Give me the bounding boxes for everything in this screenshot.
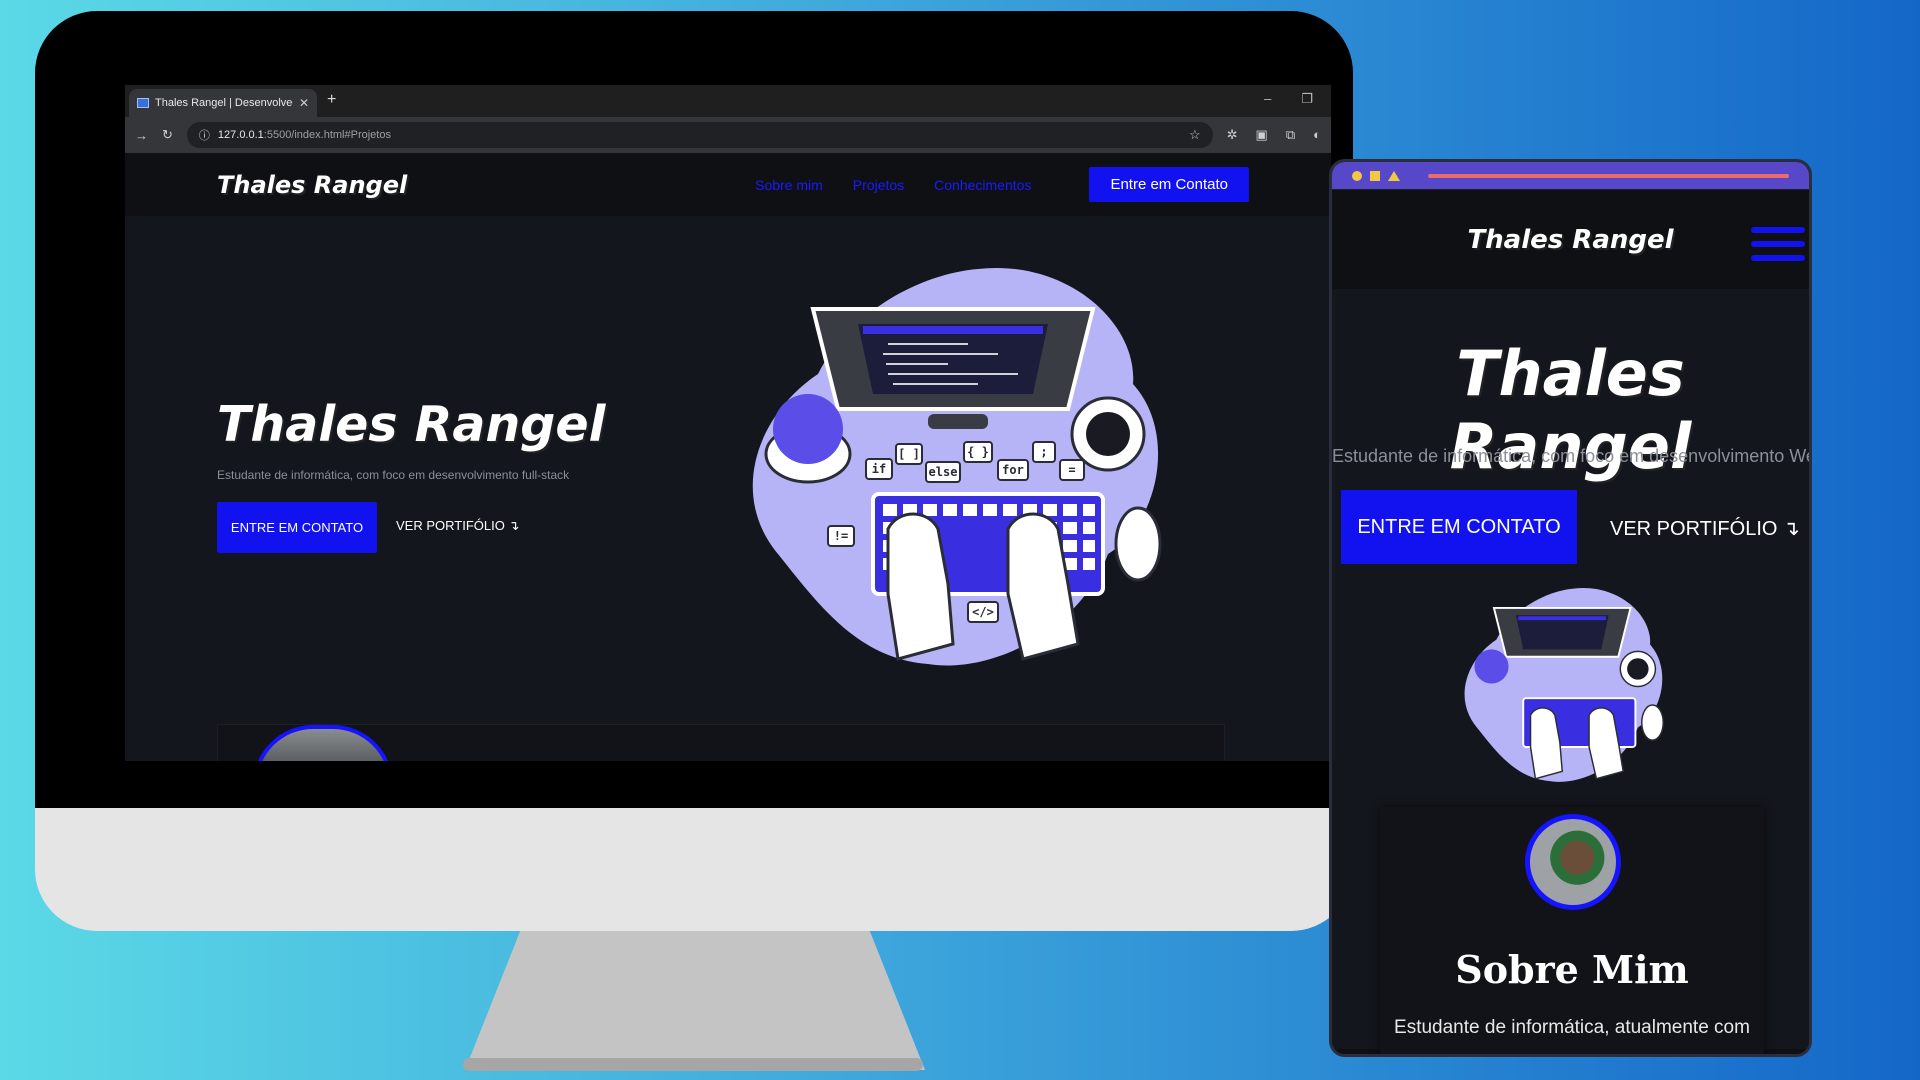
about-section-peek: [217, 724, 1225, 761]
url-path: :5500/index.html#Projetos: [263, 129, 391, 141]
monitor-favicon-icon: [137, 98, 149, 108]
address-toolbar: → ↻ ⓘ 127.0.0.1:5500/index.html#Projetos…: [125, 117, 1331, 153]
mobile-logo[interactable]: Thales Rangel: [1467, 225, 1673, 255]
code-bubble: for: [1002, 463, 1024, 477]
profile-avatar-icon[interactable]: ◐: [1313, 127, 1321, 143]
hero-section: Thales Rangel Estudante de informática, …: [125, 216, 1331, 761]
code-bubble: [ ]: [898, 447, 920, 461]
bookmark-star-icon[interactable]: ☆: [1189, 127, 1201, 143]
portfolio-button[interactable]: VER PORTIFÓLIO ↴: [396, 518, 519, 534]
site-info-icon[interactable]: ⓘ: [199, 127, 210, 143]
window-controls: – ❐: [1264, 91, 1313, 107]
mobile-navbar: Thales Rangel: [1332, 189, 1809, 289]
mobile-portfolio-button[interactable]: VER PORTIFÓLIO ↴: [1610, 516, 1800, 541]
hero-subtitle: Estudante de informática, com foco em de…: [217, 468, 570, 482]
avatar: [1525, 814, 1621, 910]
reload-icon[interactable]: ↻: [162, 127, 173, 143]
nav-links: Sobre mim Projetos Conhecimentos: [755, 177, 1031, 193]
tab-bar: Thales Rangel | Desenvolvedor ✕ + – ❐: [125, 85, 1331, 117]
mobile-hero-section: Thales Rangel Estudante de informática, …: [1332, 289, 1812, 1054]
about-title: Sobre Mim: [1455, 947, 1689, 992]
browser-tab[interactable]: Thales Rangel | Desenvolvedor ✕: [129, 89, 317, 117]
triangle-icon: [1388, 170, 1400, 181]
code-bubble: =: [1068, 463, 1075, 477]
square-icon: [1370, 170, 1380, 181]
about-card: Sobre Mim Estudante de informática, atua…: [1380, 807, 1764, 1054]
phone-status-bar: [1332, 162, 1809, 189]
browser-window: Thales Rangel | Desenvolvedor ✕ + – ❐ → …: [125, 85, 1331, 761]
minimize-button[interactable]: –: [1264, 91, 1271, 107]
contact-button[interactable]: ENTRE EM CONTATO: [217, 502, 377, 553]
monitor-chin: [35, 808, 1353, 931]
extension-gear-icon[interactable]: ✲: [1227, 127, 1238, 143]
code-bubble: ;: [1040, 445, 1047, 459]
desktop-monitor: Thales Rangel | Desenvolvedor ✕ + – ❐ → …: [35, 11, 1353, 931]
about-text: Estudante de informática, atualmente com: [1394, 1017, 1750, 1038]
mobile-hero-subtitle: Estudante de informática, com foco em de…: [1332, 446, 1812, 466]
mobile-contact-button[interactable]: ENTRE EM CONTATO: [1341, 490, 1577, 564]
toolbar-icons: ✲ ▣ ⧉ ◐: [1227, 127, 1321, 143]
code-bubble: { }: [967, 445, 989, 459]
avatar: [253, 725, 393, 761]
code-bubble: else: [929, 465, 958, 479]
progress-bar: [1428, 173, 1789, 178]
nav-link-conhecimentos[interactable]: Conhecimentos: [934, 177, 1031, 193]
nav-link-sobre-mim[interactable]: Sobre mim: [755, 177, 823, 193]
side-panel-icon[interactable]: ▣: [1256, 127, 1268, 143]
hamburger-menu-icon[interactable]: [1751, 227, 1805, 261]
monitor-stand-base: [463, 1058, 923, 1071]
close-tab-icon[interactable]: ✕: [299, 96, 309, 110]
nav-contact-button[interactable]: Entre em Contato: [1089, 167, 1249, 202]
new-tab-button[interactable]: +: [327, 91, 336, 109]
hero-title: Thales Rangel: [217, 396, 606, 453]
mobile-developer-illustration: [1464, 587, 1664, 782]
nav-link-projetos[interactable]: Projetos: [853, 177, 904, 193]
monitor-stand: [465, 931, 925, 1070]
forward-arrow-icon[interactable]: →: [135, 128, 148, 143]
code-bubble: !=: [834, 529, 848, 543]
mobile-device: Thales Rangel Thales Rangel Estudante de…: [1329, 159, 1812, 1057]
url-bar[interactable]: ⓘ 127.0.0.1:5500/index.html#Projetos ☆: [186, 122, 1213, 148]
site-navbar: Thales Rangel Sobre mim Projetos Conheci…: [125, 153, 1331, 216]
tab-title: Thales Rangel | Desenvolvedor: [155, 97, 293, 109]
site-logo[interactable]: Thales Rangel: [217, 171, 407, 199]
extensions-puzzle-icon[interactable]: ⧉: [1286, 127, 1295, 143]
circle-icon: [1352, 170, 1362, 181]
code-bubble: </>: [972, 605, 994, 619]
code-bubble: if: [872, 462, 886, 476]
restore-button[interactable]: ❐: [1301, 91, 1313, 107]
developer-illustration: if [ ] else { } for ; = != </>: [752, 267, 1162, 666]
url-host: 127.0.0.1: [217, 129, 264, 141]
